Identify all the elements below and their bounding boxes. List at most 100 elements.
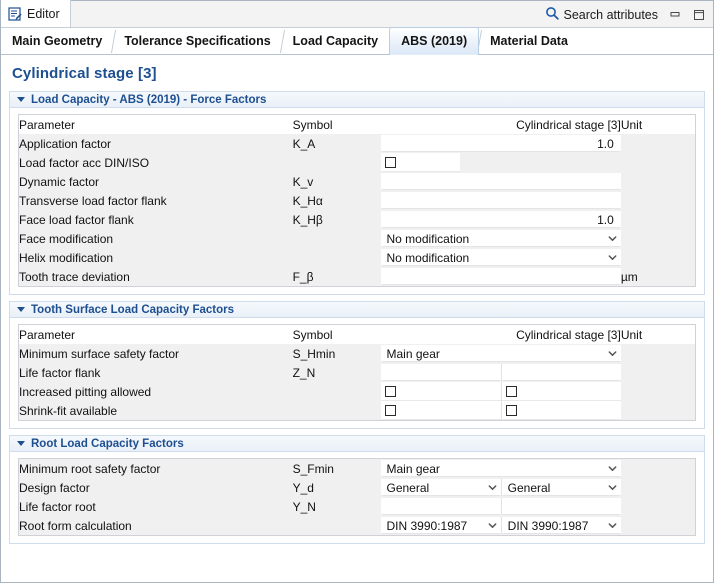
section-header-tooth-surface-load-capacity[interactable]: Tooth Surface Load Capacity Factors	[9, 301, 705, 318]
checkbox-cell[interactable]	[381, 153, 460, 172]
table-row: Application factorK_A1.0	[19, 134, 696, 153]
parameter-label: Shrink-fit available	[19, 401, 293, 421]
unit-label	[621, 382, 696, 401]
dropdown-select[interactable]: Main gear	[381, 460, 621, 477]
tab-material-data[interactable]: Material Data	[479, 28, 579, 54]
dropdown-select[interactable]: DIN 3990:1987	[381, 517, 501, 534]
editor-document-pencil-icon	[8, 7, 22, 21]
checkbox-cell[interactable]	[381, 382, 501, 401]
value-column-half	[501, 364, 621, 381]
tab-tolerance-specifications[interactable]: Tolerance Specifications	[113, 28, 281, 54]
search-attributes-button[interactable]: Search attributes	[545, 6, 659, 23]
parameter-label: Life factor flank	[19, 363, 293, 382]
symbol-label: K_v	[293, 172, 381, 191]
collapse-triangle-icon[interactable]	[17, 441, 25, 446]
dropdown-select[interactable]: General	[381, 479, 501, 496]
search-magnifier-icon	[545, 6, 559, 23]
unit-label	[621, 134, 696, 153]
table-row: Face load factor flankK_Hβ1.0	[19, 210, 696, 229]
value-column-half: DIN 3990:1987	[501, 517, 621, 534]
chevron-down-icon[interactable]	[487, 482, 498, 493]
parameter-label: Transverse load factor flank	[19, 191, 293, 210]
search-attributes-label: Search attributes	[564, 8, 659, 22]
chevron-down-icon[interactable]	[607, 520, 618, 531]
dropdown-select[interactable]: No modification	[381, 230, 621, 247]
parameter-label: Tooth trace deviation	[19, 267, 293, 287]
checkbox[interactable]	[506, 386, 517, 397]
checkbox[interactable]	[506, 405, 517, 416]
chevron-down-icon[interactable]	[607, 463, 618, 474]
dropdown-selected-value: General	[508, 481, 551, 495]
checkbox-slot	[381, 153, 460, 172]
dropdown-selected-value: DIN 3990:1987	[387, 519, 468, 533]
collapse-triangle-icon[interactable]	[17, 307, 25, 312]
value-input[interactable]: 1.0	[381, 135, 621, 152]
checkbox-cell[interactable]	[502, 382, 621, 401]
section-header-root-load-capacity[interactable]: Root Load Capacity Factors	[9, 435, 705, 452]
collapse-triangle-icon[interactable]	[17, 97, 25, 102]
value-cell: No modification	[381, 229, 621, 248]
split-value-cell	[381, 364, 621, 381]
editor-window: Editor Search attributes	[0, 0, 714, 583]
chevron-down-icon[interactable]	[487, 520, 498, 531]
dropdown-selected-value: No modification	[387, 251, 470, 265]
section-body-tooth-surface-load-capacity: ParameterSymbolCylindrical stage [3]Unit…	[9, 318, 705, 429]
split-value-cell	[381, 382, 621, 401]
unit-label	[621, 191, 696, 210]
table-row: Shrink-fit available	[19, 401, 696, 421]
view-bar-actions: Search attributes	[545, 6, 714, 27]
unit-label	[621, 172, 696, 191]
symbol-label	[293, 382, 381, 401]
tab-strip: Main GeometryTolerance SpecificationsLoa…	[1, 28, 713, 55]
chevron-down-icon[interactable]	[607, 233, 618, 244]
value-column-half	[501, 401, 621, 420]
value-input[interactable]: 1.0	[381, 211, 621, 228]
parameter-label: Root form calculation	[19, 516, 293, 536]
parameter-table: ParameterSymbolCylindrical stage [3]Unit…	[18, 324, 696, 421]
tab-abs-2019[interactable]: ABS (2019)	[389, 27, 479, 54]
view-tab-editor[interactable]: Editor	[1, 0, 71, 27]
checkbox[interactable]	[385, 405, 396, 416]
table-row: Minimum root safety factorS_FminMain gea…	[19, 459, 696, 479]
value-input[interactable]	[381, 173, 621, 190]
unit-label	[621, 248, 696, 267]
value-column-half	[381, 364, 501, 381]
table-header-row: ParameterSymbolCylindrical stage [3]Unit	[19, 115, 696, 135]
value-input[interactable]	[381, 192, 621, 209]
value-input[interactable]	[381, 498, 501, 515]
value-input[interactable]	[381, 364, 501, 381]
checkbox-cell[interactable]	[502, 401, 621, 420]
value-input[interactable]	[381, 268, 621, 285]
split-value-cell	[381, 401, 621, 420]
checkbox[interactable]	[385, 386, 396, 397]
symbol-label: S_Fmin	[293, 459, 381, 479]
chevron-down-icon[interactable]	[607, 348, 618, 359]
dropdown-select[interactable]: DIN 3990:1987	[502, 517, 621, 534]
table-row: Transverse load factor flankK_Hα	[19, 191, 696, 210]
tab-label: Material Data	[490, 34, 568, 48]
symbol-label	[293, 248, 381, 267]
dropdown-select[interactable]: No modification	[381, 249, 621, 266]
value-input[interactable]	[502, 498, 621, 515]
value-input[interactable]	[502, 364, 621, 381]
chevron-down-icon[interactable]	[607, 482, 618, 493]
section-header-force-factors[interactable]: Load Capacity - ABS (2019) - Force Facto…	[9, 91, 705, 108]
dropdown-selected-value: Main gear	[387, 347, 440, 361]
dropdown-select[interactable]: Main gear	[381, 345, 621, 362]
value-cell: Main gear	[381, 344, 621, 363]
minimize-icon[interactable]	[667, 8, 682, 22]
symbol-label: Y_N	[293, 497, 381, 516]
dropdown-selected-value: General	[387, 481, 430, 495]
parameter-label: Design factor	[19, 478, 293, 497]
tab-main-geometry[interactable]: Main Geometry	[1, 28, 113, 54]
tab-load-capacity[interactable]: Load Capacity	[282, 28, 389, 54]
maximize-icon[interactable]	[691, 8, 706, 22]
value-text: 1.0	[597, 213, 614, 227]
checkbox-cell[interactable]	[381, 401, 501, 420]
table-row: Increased pitting allowed	[19, 382, 696, 401]
table-row: Dynamic factorK_v	[19, 172, 696, 191]
chevron-down-icon[interactable]	[607, 252, 618, 263]
symbol-label: K_Hβ	[293, 210, 381, 229]
dropdown-select[interactable]: General	[502, 479, 621, 496]
checkbox[interactable]	[385, 157, 396, 168]
